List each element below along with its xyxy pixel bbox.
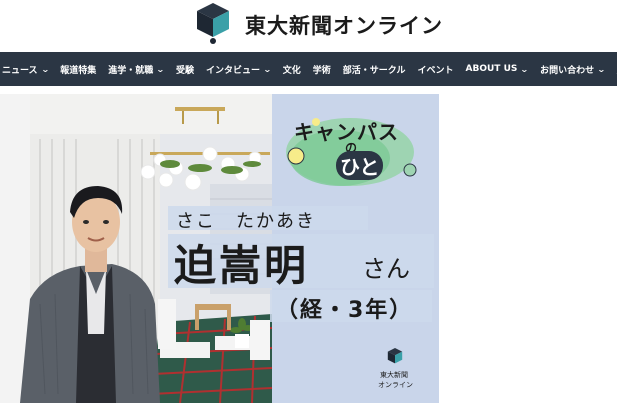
nav-item-2[interactable]: 進学・就職 ⌄: [108, 63, 166, 76]
nav-item-8[interactable]: イベント: [418, 63, 454, 76]
chevron-down-icon: ⌄: [40, 64, 50, 74]
nav-list: ニュース ⌄ 報道特集 進学・就職 ⌄ 受験 インタビュー ⌄ 文化 学術 部活・サークル イベント A…: [2, 52, 617, 86]
department-year: （経・3年）: [276, 298, 414, 323]
nav-item-label: 受験: [176, 65, 195, 76]
nav-item-label: 部活・サークル: [342, 65, 406, 76]
chevron-down-icon: ⌄: [597, 64, 606, 74]
badge-line3: ひと: [336, 151, 384, 180]
nav-item-label: ニュース: [2, 65, 38, 76]
nav-item-4[interactable]: インタビュー ⌄: [206, 63, 272, 76]
site-header: 東大新聞オンライン: [0, 0, 617, 52]
nav-item-label: 学術: [312, 65, 331, 76]
nav-item-label: お問い合わせ: [540, 65, 595, 76]
nav-item-6[interactable]: 学術: [313, 63, 331, 76]
main-nav: ニュース ⌄ 報道特集 進学・就職 ⌄ 受験 インタビュー ⌄ 文化 学術 部活・サークル イベント A…: [0, 52, 617, 86]
hero-banner[interactable]: キャンパス の ひと さこ たかあき 迫嵩明 さん （経・3年） 東大新聞 オン…: [0, 94, 439, 403]
nav-item-0[interactable]: ニュース ⌄: [2, 63, 50, 76]
sidebar-space: [439, 94, 617, 403]
chevron-down-icon: ⌄: [263, 64, 272, 74]
mini-logo-icon: [387, 348, 403, 364]
nav-item-7[interactable]: 部活・サークル: [343, 63, 406, 76]
nav-item-10[interactable]: お問い合わせ ⌄: [540, 63, 606, 76]
chevron-down-icon: ⌄: [156, 64, 166, 74]
site-logo-icon[interactable]: [193, 3, 233, 45]
nav-item-1[interactable]: 報道特集: [60, 63, 96, 76]
name-furigana: さこ たかあき: [176, 211, 316, 232]
site-title[interactable]: 東大新聞オンライン: [245, 10, 443, 40]
nav-item-label: 文化: [282, 65, 301, 76]
mini-logo-line1: 東大新聞: [380, 371, 408, 379]
mini-logo-line2: オンライン: [378, 381, 413, 389]
chevron-down-icon: ⌄: [520, 64, 530, 74]
nav-item-3[interactable]: 受験: [176, 63, 194, 76]
nav-item-label: イベント: [417, 65, 454, 76]
honorific: さん: [362, 255, 410, 283]
nav-item-label: インタビュー: [206, 65, 261, 76]
nav-item-label: ABOUT US: [465, 64, 518, 74]
nav-item-9[interactable]: ABOUT US ⌄: [465, 64, 530, 74]
nav-item-label: 進学・就職: [108, 65, 154, 76]
nav-item-5[interactable]: 文化: [283, 63, 301, 76]
nav-item-label: 報道特集: [60, 65, 97, 76]
person-name: 迫嵩明: [174, 241, 310, 290]
